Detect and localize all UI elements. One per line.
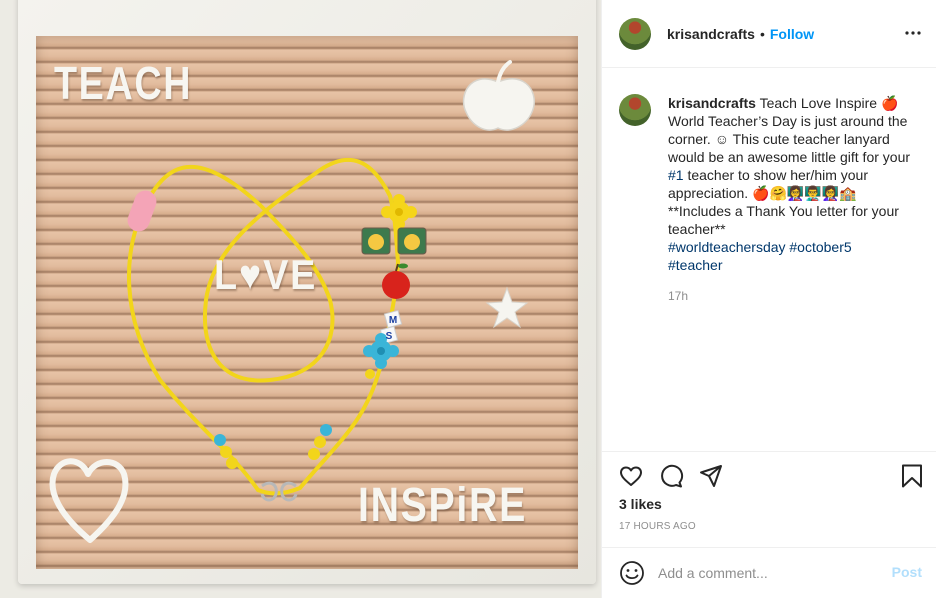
caption-avatar[interactable]	[619, 94, 651, 126]
caption-hashtags-2[interactable]: #teacher	[668, 257, 722, 273]
smiley-icon[interactable]	[619, 560, 645, 586]
share-plane-icon[interactable]	[698, 463, 724, 489]
post-header: krisandcrafts • Follow	[602, 0, 936, 68]
post-comment-button[interactable]: Post	[892, 564, 922, 580]
caption-username[interactable]: krisandcrafts	[668, 95, 756, 111]
pink-bead	[127, 190, 157, 232]
caption-text-3: **Includes a Thank You letter for your t…	[668, 203, 899, 237]
add-comment-bar: Post	[602, 547, 936, 598]
more-options-icon[interactable]	[905, 25, 921, 41]
comments-section[interactable]: krisandcrafts Teach Love Inspire 🍎 World…	[602, 68, 936, 451]
caption-hashtags-1[interactable]: #worldteachersday #october5	[668, 239, 852, 255]
post-caption: krisandcrafts Teach Love Inspire 🍎 World…	[668, 94, 926, 274]
post-actions: 3 likes 17 HOURS AGO	[602, 451, 936, 547]
small-beads	[214, 369, 375, 469]
apple-letter-piece	[462, 60, 535, 131]
post-details-panel: krisandcrafts • Follow krisandcrafts Tea…	[601, 0, 936, 598]
felt-word-love: L♥VE	[214, 251, 318, 298]
bead-letter: S	[386, 331, 393, 342]
caption-tag-1[interactable]: #1	[668, 167, 684, 183]
bead-letter: M	[389, 315, 397, 326]
post-image[interactable]: TEACH INSPiRE M S L♥VE	[0, 0, 601, 598]
caption-time[interactable]: 17h	[668, 289, 688, 303]
lanyard-cord	[127, 157, 400, 496]
star-letter-piece	[485, 286, 529, 329]
post-date[interactable]: 17 HOURS AGO	[619, 521, 696, 532]
caption-text-2: teacher to show her/him your appreciatio…	[668, 167, 868, 201]
follow-button[interactable]: Follow	[770, 26, 814, 42]
apple-bead	[382, 263, 410, 299]
heart-icon[interactable]	[618, 463, 644, 489]
likes-count[interactable]: 3 likes	[619, 496, 662, 512]
bookmark-icon[interactable]	[899, 463, 925, 489]
comment-bubble-icon[interactable]	[658, 463, 684, 489]
yellow-flower-bead	[381, 194, 417, 230]
avatar[interactable]	[619, 17, 651, 50]
comment-input[interactable]	[658, 562, 878, 584]
lanyard-illustration: MS	[49, 60, 535, 543]
heart-letter-piece	[49, 458, 129, 543]
header-separator: •	[759, 25, 765, 42]
header-username[interactable]: krisandcrafts	[667, 26, 755, 42]
